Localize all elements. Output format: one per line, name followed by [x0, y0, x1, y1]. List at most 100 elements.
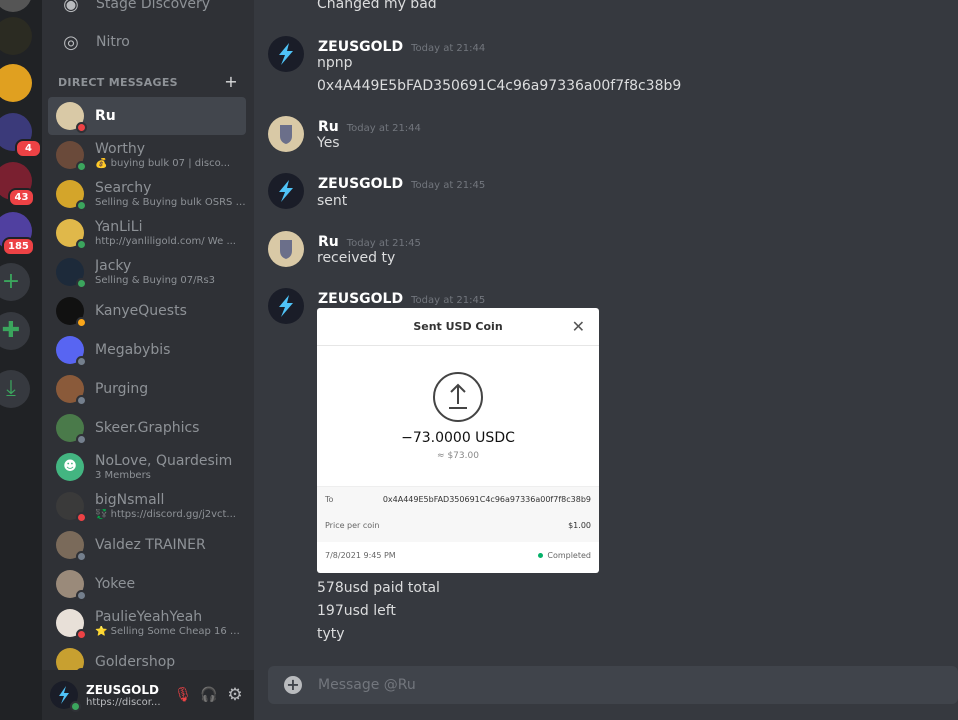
lightning-icon	[279, 180, 293, 202]
nav-label: Nitro	[96, 34, 130, 50]
dm-item-nolove-quardesim[interactable]: ☻ NoLove, Quardesim 3 Members	[48, 448, 246, 486]
dm-header: DIRECT MESSAGES +	[58, 74, 238, 90]
dm-name: NoLove, Quardesim	[95, 453, 233, 469]
receipt-details: To 0x4A449E5bFAD350691C4c96a97336a00f7f8c…	[317, 486, 599, 542]
avatar[interactable]	[268, 173, 304, 209]
server-icon[interactable]	[0, 64, 32, 102]
dm-item-yokee[interactable]: Yokee	[48, 565, 246, 603]
nav-label: Stage Discovery	[96, 0, 211, 12]
receipt-date: 7/8/2021 9:45 PM	[325, 551, 396, 560]
deafen-icon[interactable]: 🎧	[196, 682, 222, 708]
status-dot	[76, 239, 87, 250]
mention-badge: 43	[8, 188, 35, 207]
nav-nitro[interactable]: ◎ Nitro	[50, 22, 246, 62]
dm-item-ru[interactable]: Ru	[48, 97, 246, 135]
avatar	[56, 375, 87, 406]
message-author[interactable]: ZEUSGOLD	[318, 176, 403, 192]
create-dm-icon[interactable]: +	[224, 74, 238, 90]
receipt-header: Sent USD Coin ✕	[317, 308, 599, 346]
dm-item-searchy[interactable]: Searchy Selling & Buying bulk OSRS / ...	[48, 175, 246, 213]
dm-item-yanlili[interactable]: YanLiLi http://yanliligold.com/ We ...	[48, 214, 246, 252]
dm-item-kanyequests[interactable]: KanyeQuests	[48, 292, 246, 330]
dm-name: Searchy	[95, 180, 152, 196]
dm-status-text: http://yanliligold.com/ We ...	[95, 236, 236, 247]
dm-name: Worthy	[95, 141, 145, 157]
avatar[interactable]	[268, 288, 304, 324]
user-avatar[interactable]	[50, 681, 81, 712]
status-dot	[70, 701, 81, 712]
dm-item-bignsmall[interactable]: bigNsmall 💱 https://discord.gg/j2vct...	[48, 487, 246, 525]
status-dot	[76, 551, 87, 562]
dm-name: Skeer.Graphics	[95, 420, 200, 436]
receipt-status: Completed	[547, 551, 591, 560]
dm-status-text: 💱 https://discord.gg/j2vct...	[95, 509, 236, 520]
message-text: Yes	[317, 135, 340, 151]
add-server-icon[interactable]: +	[0, 263, 30, 301]
message-text: received ty	[317, 250, 396, 266]
status-dot	[76, 317, 87, 328]
message-text: 0x4A449E5bFAD350691C4c96a97336a00f7f8c38…	[317, 78, 682, 94]
message-timestamp: Today at 21:45	[411, 180, 486, 191]
avatar[interactable]	[268, 231, 304, 267]
receipt-image[interactable]: Sent USD Coin ✕ −73.0000 USDC ≈ $73.00 T…	[317, 308, 599, 573]
lightning-icon	[279, 43, 293, 65]
username: ZEUSGOLD	[86, 682, 159, 697]
nitro-icon: ◎	[63, 31, 79, 53]
mention-badge: 185	[2, 237, 35, 256]
dm-status-text: 💰 buying bulk 07 | disco...	[95, 158, 231, 169]
settings-gear-icon[interactable]: ⚙	[222, 682, 248, 708]
avatar[interactable]	[268, 36, 304, 72]
explore-servers-icon[interactable]: ✚	[0, 312, 30, 350]
dm-name: bigNsmall	[95, 492, 165, 508]
add-attachment-icon[interactable]: +	[284, 676, 302, 694]
nav-stage-discovery[interactable]: ◉ Stage Discovery	[50, 0, 246, 24]
server-list: 4 43 185 + ✚ ⤓	[0, 0, 42, 720]
dm-item-megabybis[interactable]: Megabybis	[48, 331, 246, 369]
message-author[interactable]: Ru	[318, 234, 339, 250]
dm-item-purging[interactable]: Purging	[48, 370, 246, 408]
status-dot	[76, 590, 87, 601]
status-dot	[76, 395, 87, 406]
avatar	[56, 141, 87, 172]
dm-item-paulieyeahyeah[interactable]: PaulieYeahYeah ⭐ Selling Some Cheap 16 Da…	[48, 604, 246, 642]
message-input[interactable]	[318, 677, 918, 693]
message-group: Ru Today at 21:44	[268, 116, 421, 152]
user-status-text: https://discor...	[86, 696, 161, 708]
price-label: Price per coin	[325, 521, 380, 530]
dm-item-valdez-trainer[interactable]: Valdez TRAINER	[48, 526, 246, 564]
dm-status-text: Selling & Buying 07/Rs3	[95, 275, 216, 286]
message-author[interactable]: Ru	[318, 119, 339, 135]
server-icon[interactable]	[0, 0, 32, 12]
avatar	[56, 414, 87, 445]
avatar	[56, 102, 87, 133]
avatar[interactable]	[268, 116, 304, 152]
dm-name: KanyeQuests	[95, 303, 187, 319]
message-timestamp: Today at 21:44	[346, 123, 421, 134]
receipt-footer: 7/8/2021 9:45 PM Completed	[325, 551, 591, 560]
download-apps-icon[interactable]: ⤓	[0, 370, 30, 408]
receipt-usd-value: ≈ $73.00	[437, 451, 479, 461]
status-dot	[76, 434, 87, 445]
message-text: tyty	[317, 626, 345, 642]
dm-name: Yokee	[95, 576, 136, 592]
message-author[interactable]: ZEUSGOLD	[318, 291, 403, 307]
dm-item-skeer-graphics[interactable]: Skeer.Graphics	[48, 409, 246, 447]
avatar	[56, 609, 87, 640]
dm-item-worthy[interactable]: Worthy 💰 buying bulk 07 | disco...	[48, 136, 246, 174]
dm-name: PaulieYeahYeah	[95, 609, 203, 625]
to-label: To	[325, 495, 334, 504]
dm-item-jacky[interactable]: Jacky Selling & Buying 07/Rs3	[48, 253, 246, 291]
mention-badge: 4	[15, 139, 42, 158]
avatar	[56, 258, 87, 289]
message-timestamp: Today at 21:44	[411, 43, 486, 54]
avatar	[56, 219, 87, 250]
message-author[interactable]: ZEUSGOLD	[318, 39, 403, 55]
message-group: ZEUSGOLD Today at 21:44	[268, 36, 485, 72]
dm-name: Valdez TRAINER	[95, 537, 206, 553]
receipt-title: Sent USD Coin	[413, 320, 503, 333]
dm-sidebar: ◉ Stage Discovery ◎ Nitro DIRECT MESSAGE…	[42, 0, 254, 720]
mute-mic-icon[interactable]: 🎙	[170, 682, 196, 708]
status-dot	[76, 629, 87, 640]
server-icon[interactable]	[0, 17, 32, 55]
dm-name: Goldershop	[95, 654, 176, 670]
